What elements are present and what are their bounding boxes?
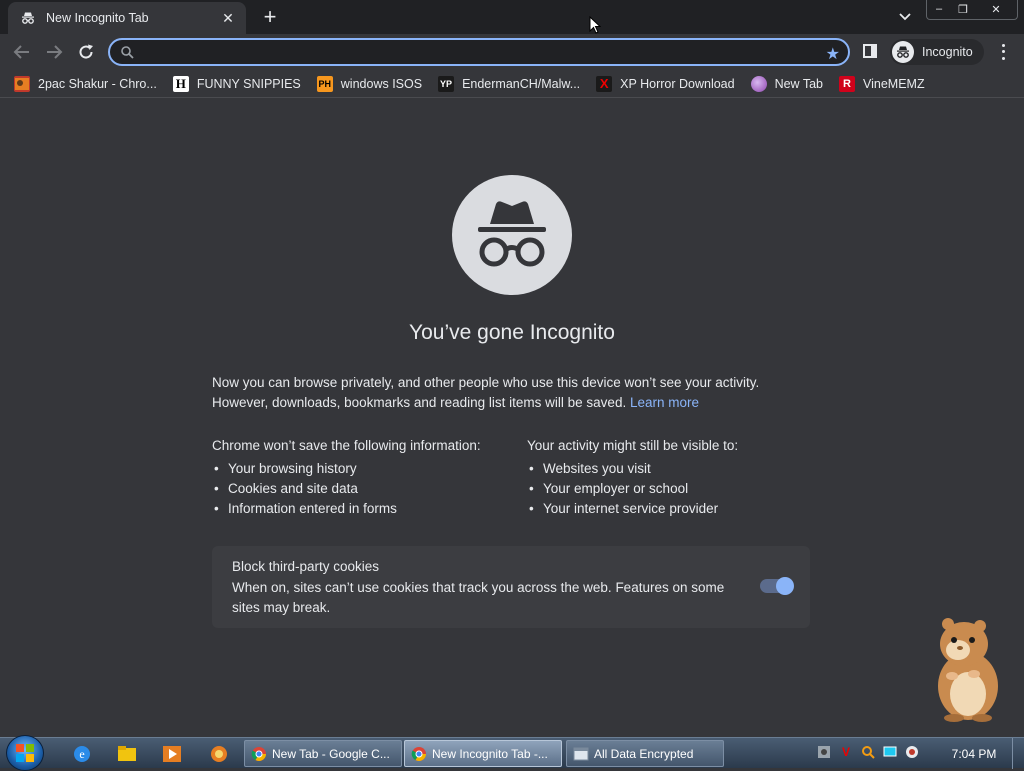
incognito-icon bbox=[20, 10, 36, 26]
restore-button[interactable]: ❐ bbox=[951, 0, 975, 18]
not-saved-title: Chrome won’t save the following informat… bbox=[212, 438, 481, 453]
tab-close-icon[interactable]: ✕ bbox=[220, 10, 236, 26]
visible-to-list: Your activity might still be visible to:… bbox=[527, 437, 827, 519]
more-menu-icon[interactable] bbox=[996, 42, 1010, 62]
bookmark-item[interactable]: R VineMEMZ bbox=[839, 75, 925, 92]
bookmark-label: windows ISOS bbox=[340, 76, 423, 91]
incognito-hero-icon bbox=[452, 175, 572, 295]
taskbar-button-chrome[interactable]: New Tab - Google C... bbox=[244, 740, 402, 767]
internet-explorer-icon[interactable]: e bbox=[70, 742, 94, 766]
taskbar-button-encrypted[interactable]: All Data Encrypted bbox=[566, 740, 724, 767]
tab-title: New Incognito Tab bbox=[46, 11, 149, 25]
taskbar-button-label: All Data Encrypted bbox=[594, 746, 694, 761]
bookmark-label: 2pac Shakur - Chro... bbox=[38, 76, 157, 91]
taskbar-button-label: New Incognito Tab -... bbox=[432, 746, 548, 761]
side-panel-icon[interactable] bbox=[862, 43, 880, 61]
list-item: Your browsing history bbox=[212, 459, 512, 479]
bookmark-label: EndermanCH/Malw... bbox=[462, 76, 581, 91]
toolbar: ★ Incognito bbox=[0, 34, 1024, 70]
taskbar-button-label: New Tab - Google C... bbox=[272, 746, 390, 761]
cookie-controls-card: Block third-party cookies When on, sites… bbox=[212, 546, 810, 628]
tab-new-incognito[interactable]: New Incognito Tab ✕ bbox=[8, 2, 246, 34]
bookmark-item[interactable]: H FUNNY SNIPPIES bbox=[172, 75, 301, 92]
chrome-icon bbox=[411, 746, 426, 761]
app-icon[interactable] bbox=[207, 742, 231, 766]
back-arrow-icon[interactable] bbox=[9, 39, 35, 65]
forward-arrow-icon[interactable] bbox=[41, 39, 67, 65]
profile-incognito-button[interactable]: Incognito bbox=[890, 39, 984, 65]
yp-logo-icon: YP bbox=[438, 75, 455, 92]
x-logo-icon: X bbox=[596, 75, 613, 92]
system-tray: V bbox=[816, 744, 920, 760]
incognito-avatar-icon bbox=[892, 41, 914, 63]
bookmark-item[interactable]: PH windows ISOS bbox=[316, 75, 423, 92]
show-desktop-button[interactable] bbox=[1012, 738, 1024, 769]
list-item: Your employer or school bbox=[527, 479, 827, 499]
incognito-page: You’ve gone Incognito Now you can browse… bbox=[0, 99, 1024, 737]
bookmark-item[interactable]: YP EndermanCH/Malw... bbox=[438, 75, 581, 92]
bookmark-label: VineMEMZ bbox=[863, 76, 925, 91]
tab-search-chevron-icon[interactable] bbox=[894, 7, 916, 27]
bookmark-star-icon[interactable]: ★ bbox=[826, 44, 840, 64]
bookmark-item[interactable]: New Tab bbox=[750, 75, 823, 92]
not-saved-list: Chrome won’t save the following informat… bbox=[212, 437, 512, 519]
tray-volume-icon[interactable] bbox=[904, 744, 920, 760]
tray-network-icon[interactable] bbox=[882, 744, 898, 760]
page-title: You’ve gone Incognito bbox=[409, 321, 615, 344]
learn-more-link[interactable]: Learn more bbox=[630, 395, 699, 410]
tray-magnifier-icon[interactable] bbox=[860, 744, 876, 760]
media-player-icon[interactable] bbox=[160, 742, 184, 766]
chrome-icon bbox=[251, 746, 266, 761]
bookmark-label: FUNNY SNIPPIES bbox=[196, 76, 301, 91]
tray-v-icon[interactable]: V bbox=[838, 744, 854, 760]
bookmark-label: XP Horror Download bbox=[620, 76, 735, 91]
cookie-controls-description: When on, sites can’t use cookies that tr… bbox=[232, 580, 725, 615]
list-item: Information entered in forms bbox=[212, 499, 512, 519]
reload-icon[interactable] bbox=[73, 39, 99, 65]
file-explorer-icon[interactable] bbox=[115, 742, 139, 766]
tray-app-icon[interactable] bbox=[816, 744, 832, 760]
window-close-button[interactable]: ✕ bbox=[975, 0, 1017, 18]
bookmark-item[interactable]: 2pac Shakur - Chro... bbox=[14, 75, 157, 92]
list-item: Your internet service provider bbox=[527, 499, 827, 519]
ph-logo-icon: PH bbox=[316, 75, 333, 92]
start-button[interactable] bbox=[6, 735, 44, 771]
profile-label: Incognito bbox=[922, 45, 973, 59]
list-item: Websites you visit bbox=[527, 459, 827, 479]
taskbar-button-incognito[interactable]: New Incognito Tab -... bbox=[404, 740, 562, 767]
svg-text:e: e bbox=[79, 747, 84, 761]
block-cookies-toggle[interactable] bbox=[760, 577, 794, 595]
hamster-desktop-pet[interactable] bbox=[918, 614, 1008, 724]
tab-strip: New Incognito Tab ✕ + – ❐ ✕ bbox=[0, 0, 1024, 34]
clock[interactable]: 7:04 PM bbox=[944, 747, 1004, 761]
intro-text: Now you can browse privately, and other … bbox=[212, 373, 812, 413]
search-icon bbox=[120, 45, 134, 64]
h-logo-icon: H bbox=[172, 75, 189, 92]
new-tab-button[interactable]: + bbox=[258, 6, 282, 28]
address-bar[interactable]: ★ bbox=[108, 38, 850, 66]
r-logo-icon: R bbox=[839, 75, 855, 92]
bookmarks-bar: 2pac Shakur - Chro... H FUNNY SNIPPIES P… bbox=[0, 70, 1024, 98]
photo-icon bbox=[14, 75, 30, 92]
bookmark-item[interactable]: X XP Horror Download bbox=[596, 75, 735, 92]
cookie-controls-title: Block third-party cookies bbox=[232, 559, 380, 574]
visible-title: Your activity might still be visible to: bbox=[527, 438, 739, 453]
minimize-button[interactable]: – bbox=[927, 0, 951, 18]
globe-icon bbox=[750, 75, 767, 92]
bookmark-label: New Tab bbox=[774, 76, 823, 91]
taskbar: e New Tab - Google C... New Incognito Ta… bbox=[0, 735, 1024, 771]
window-icon bbox=[573, 747, 589, 760]
list-item: Cookies and site data bbox=[212, 479, 512, 499]
window-controls: – ❐ ✕ bbox=[926, 0, 1018, 20]
mouse-cursor-icon bbox=[589, 15, 602, 39]
